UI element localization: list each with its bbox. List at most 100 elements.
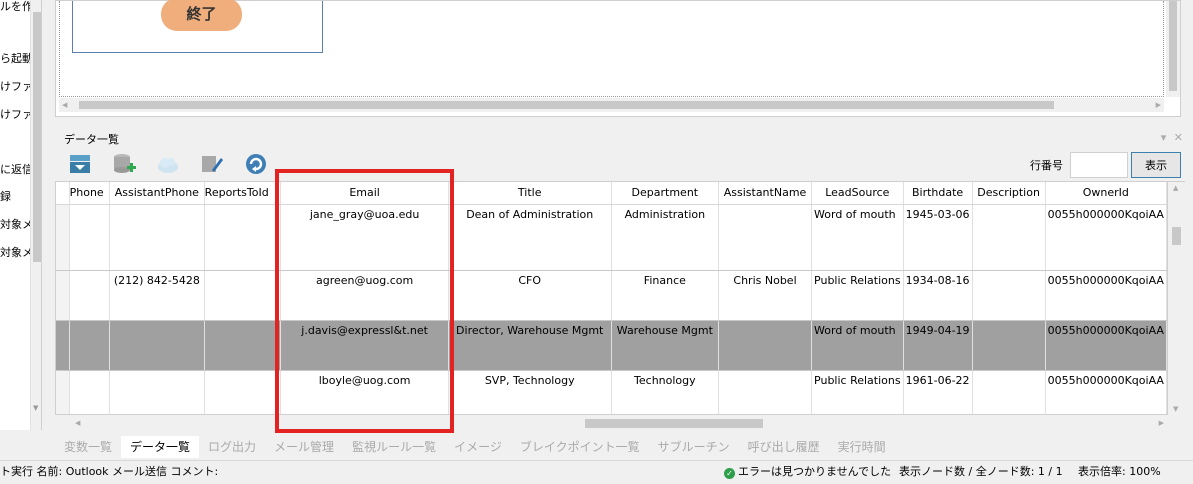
column-header[interactable]: Title: [448, 182, 612, 205]
refresh-icon[interactable]: [241, 150, 271, 178]
export-icon[interactable]: [65, 150, 95, 178]
scroll-thumb[interactable]: [33, 12, 41, 262]
cell[interactable]: Public Relations: [811, 270, 904, 321]
scroll-right-icon[interactable]: ▶: [1159, 419, 1164, 427]
tab-run-time[interactable]: 実行時間: [829, 436, 895, 458]
cell[interactable]: [204, 370, 282, 414]
brush-edit-icon[interactable]: [197, 150, 227, 178]
cell[interactable]: Director, Warehouse Mgmt: [448, 320, 612, 371]
cell[interactable]: Public Relations: [811, 370, 904, 414]
cell[interactable]: [972, 320, 1046, 371]
scroll-up-icon[interactable]: ▲: [1173, 184, 1178, 192]
cell[interactable]: agreen@uog.com: [280, 270, 449, 321]
scroll-thumb[interactable]: [79, 101, 1054, 109]
column-header[interactable]: OwnerId: [1045, 182, 1167, 205]
cell[interactable]: [109, 320, 205, 371]
cell[interactable]: 0055h000000KqoiAA: [1045, 370, 1167, 414]
table-row[interactable]: lboyle@uog.com SVP, Technology Technolog…: [56, 370, 1167, 414]
column-header[interactable]: ReportsToId: [204, 182, 282, 205]
tab-monitor-rules[interactable]: 監視ルール一覧: [343, 436, 445, 458]
row-number-input[interactable]: [1070, 152, 1128, 178]
scroll-down-icon[interactable]: ▼: [1173, 405, 1178, 413]
cell[interactable]: [718, 370, 813, 414]
column-header[interactable]: Phone: [69, 182, 111, 205]
tab-log-output[interactable]: ログ出力: [199, 436, 265, 458]
column-header[interactable]: AssistantName: [718, 182, 813, 205]
cell[interactable]: (212) 842-5428: [109, 270, 205, 321]
column-header[interactable]: Department: [611, 182, 720, 205]
cell[interactable]: [69, 370, 111, 414]
row-header[interactable]: [56, 370, 70, 414]
cell[interactable]: Word of mouth: [811, 320, 904, 371]
left-item[interactable]: に返信: [0, 163, 30, 177]
row-header-corner[interactable]: [56, 182, 70, 205]
left-item[interactable]: けファイ: [0, 108, 30, 122]
cell[interactable]: [69, 204, 111, 271]
cell[interactable]: Word of mouth: [811, 204, 904, 271]
cell[interactable]: [69, 320, 111, 371]
cell[interactable]: 0055h000000KqoiAA: [1045, 270, 1167, 321]
data-grid[interactable]: Phone AssistantPhone ReportsToId Email T…: [55, 181, 1168, 415]
canvas-horizontal-scrollbar[interactable]: ◀ ▶: [59, 98, 1164, 112]
scroll-left-icon[interactable]: ◀: [62, 101, 67, 109]
show-button[interactable]: 表示: [1131, 152, 1181, 178]
cell[interactable]: 0055h000000KqoiAA: [1045, 204, 1167, 271]
tab-subroutine[interactable]: サブルーチン: [649, 436, 739, 458]
panel-controls[interactable]: ▾ ✕: [1161, 131, 1185, 144]
tab-data-list[interactable]: データ一覧: [121, 436, 200, 458]
cell[interactable]: [204, 320, 282, 371]
column-header[interactable]: Email: [280, 182, 449, 205]
cell[interactable]: 1961-06-22: [903, 370, 973, 414]
cell[interactable]: 1945-03-06: [903, 204, 973, 271]
scroll-thumb[interactable]: [585, 419, 763, 428]
tab-breakpoints[interactable]: ブレイクポイント一覧: [511, 436, 649, 458]
cell[interactable]: [204, 270, 282, 321]
end-node[interactable]: 終了: [161, 0, 242, 31]
flow-canvas[interactable]: 終了 ◀ ▶: [55, 0, 1181, 117]
row-header[interactable]: [56, 270, 70, 321]
cell[interactable]: Dean of Administration: [448, 204, 612, 271]
scroll-down-icon[interactable]: ▼: [33, 404, 38, 412]
cell[interactable]: Chris Nobel: [718, 270, 813, 321]
cell[interactable]: [972, 270, 1046, 321]
cell[interactable]: Finance: [611, 270, 720, 321]
cell[interactable]: [109, 370, 205, 414]
column-header[interactable]: LeadSource: [811, 182, 904, 205]
left-scrollbar[interactable]: ▼: [30, 0, 41, 430]
table-row-selected[interactable]: j.davis@expressl&t.net Director, Warehou…: [56, 320, 1167, 371]
scroll-left-icon[interactable]: ◀: [75, 419, 80, 427]
cell[interactable]: Warehouse Mgmt: [611, 320, 720, 371]
tab-call-history[interactable]: 呼び出し履歴: [739, 436, 829, 458]
left-item[interactable]: ら起動: [0, 52, 30, 66]
tab-mail-management[interactable]: メール管理: [265, 436, 343, 458]
cell[interactable]: Technology: [611, 370, 720, 414]
left-item[interactable]: 対象メ: [0, 218, 30, 232]
scroll-right-icon[interactable]: ▶: [1156, 101, 1161, 109]
left-item[interactable]: ルを作: [0, 0, 30, 14]
tab-image[interactable]: イメージ: [445, 436, 511, 458]
column-header[interactable]: Description: [972, 182, 1046, 205]
scroll-thumb[interactable]: [1169, 1, 1177, 91]
row-header[interactable]: [56, 320, 70, 371]
table-row[interactable]: jane_gray@uoa.edu Dean of Administration…: [56, 204, 1167, 271]
cell[interactable]: SVP, Technology: [448, 370, 612, 414]
cell[interactable]: [204, 204, 282, 271]
cell[interactable]: [718, 204, 813, 271]
add-database-icon[interactable]: [109, 150, 139, 178]
cell[interactable]: [972, 204, 1046, 271]
cell[interactable]: 1949-04-19: [903, 320, 973, 371]
grid-horizontal-scrollbar[interactable]: ◀ ▶: [55, 415, 1168, 432]
left-item[interactable]: 対象メ: [0, 246, 30, 260]
scroll-thumb[interactable]: [1172, 227, 1181, 245]
table-row[interactable]: (212) 842-5428 agreen@uog.com CFO Financ…: [56, 270, 1167, 321]
left-item[interactable]: けファイ: [0, 80, 30, 94]
cell[interactable]: lboyle@uog.com: [280, 370, 449, 414]
cell[interactable]: 1934-08-16: [903, 270, 973, 321]
row-header[interactable]: [56, 204, 70, 271]
cell[interactable]: jane_gray@uoa.edu: [280, 204, 449, 271]
column-header[interactable]: Birthdate: [903, 182, 973, 205]
canvas-vertical-scrollbar[interactable]: [1166, 1, 1180, 97]
cell[interactable]: CFO: [448, 270, 612, 321]
cloud-icon[interactable]: [153, 150, 183, 178]
cell[interactable]: 0055h000000KqoiAA: [1045, 320, 1167, 371]
